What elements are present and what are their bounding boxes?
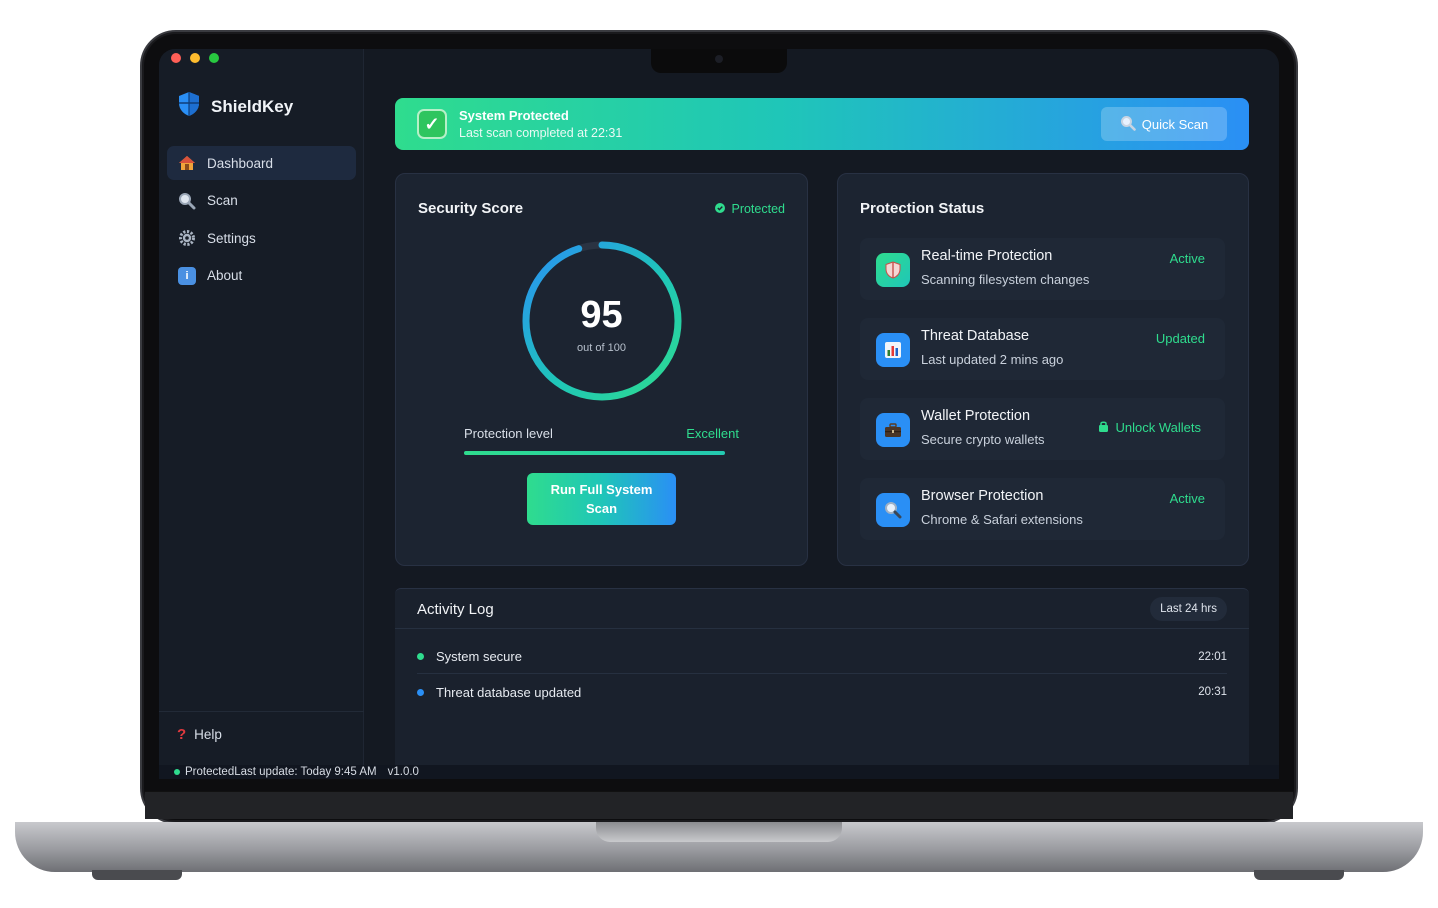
activity-text: Threat database updated — [436, 684, 582, 700]
status-badge: Updated — [1155, 331, 1205, 346]
shield-icon — [876, 253, 910, 287]
info-icon: i — [178, 266, 196, 285]
status-bar: Protected Last update: Today 9:45 AM v1.0… — [159, 765, 1279, 779]
protection-status-card: Protection Status Real-time Protection S… — [837, 173, 1249, 566]
unlock-wallets-button[interactable]: Unlock Wallets — [1098, 420, 1201, 435]
sidebar-nav: Dashboard Scan Settings i About — [167, 146, 356, 296]
check-circle-icon — [715, 202, 726, 216]
magnifier-icon — [876, 493, 910, 527]
status-protected: Protected Last update: Today 9:45 AM — [174, 766, 377, 778]
question-icon: ? — [177, 726, 187, 743]
search-icon — [178, 192, 196, 210]
gear-icon — [178, 229, 196, 247]
brand: ShieldKey — [177, 91, 293, 122]
sidebar-item-about[interactable]: i About — [167, 259, 356, 293]
activity-text: System secure — [436, 649, 522, 664]
status-dot — [417, 688, 424, 696]
status-row-browser[interactable]: Browser Protection Chrome & Safari exten… — [860, 478, 1225, 540]
divider — [395, 628, 1249, 629]
banner-subtitle: Last scan completed at 22:31 — [459, 126, 623, 140]
quick-scan-button[interactable]: Quick Scan — [1101, 107, 1227, 141]
sidebar-item-label: Settings — [207, 230, 256, 246]
sidebar: ShieldKey Dashboard Scan Settings i Abou… — [159, 49, 364, 779]
status-row-wallet[interactable]: Wallet Protection Secure crypto wallets … — [860, 398, 1225, 460]
protected-badge-label: Protected — [731, 202, 785, 216]
activity-log-title: Activity Log — [417, 601, 494, 618]
sidebar-item-scan[interactable]: Scan — [167, 184, 356, 218]
laptop-chin — [145, 791, 1293, 819]
run-full-scan-button[interactable]: Run Full System Scan — [527, 473, 676, 525]
system-protected-banner: ✓ System Protected Last scan completed a… — [395, 98, 1249, 150]
protection-level-bar — [464, 451, 725, 455]
checkmark-icon: ✓ — [417, 109, 447, 139]
status-row-threat-db[interactable]: Threat Database Last updated 2 mins ago … — [860, 318, 1225, 380]
activity-time: 22:01 — [1198, 650, 1227, 663]
status-dot — [174, 769, 180, 775]
protection-level-value: Excellent — [686, 426, 739, 441]
time-range-pill[interactable]: Last 24 hrs — [1150, 597, 1227, 621]
laptop-opening-lip — [596, 822, 842, 842]
help-link[interactable]: ? Help — [159, 711, 364, 743]
laptop-foot-left — [92, 870, 182, 880]
status-last-update: Last update: Today 9:45 AM — [234, 766, 377, 778]
shield-logo-icon — [177, 91, 201, 122]
status-desc: Secure crypto wallets — [921, 432, 1045, 447]
app-name: ShieldKey — [211, 96, 294, 116]
banner-title: System Protected — [459, 108, 569, 123]
close-window-button[interactable] — [171, 53, 181, 63]
status-badge: Active — [1169, 491, 1205, 506]
status-desc: Scanning filesystem changes — [921, 272, 1090, 287]
protection-level-fill — [464, 451, 725, 455]
lock-icon — [1098, 420, 1109, 435]
sidebar-item-settings[interactable]: Settings — [167, 221, 356, 255]
camera-icon — [715, 55, 723, 63]
security-score-value: 95 — [580, 294, 623, 336]
activity-entry: Threat database updated 20:31 — [417, 675, 1227, 709]
status-title: Browser Protection — [921, 488, 1044, 504]
zoom-window-button[interactable] — [209, 53, 219, 63]
activity-log-panel: Activity Log Last 24 hrs System secure 2… — [395, 588, 1249, 768]
quick-scan-label: Quick Scan — [1141, 116, 1209, 132]
minimize-window-button[interactable] — [190, 53, 200, 63]
status-desc: Chrome & Safari extensions — [921, 512, 1083, 527]
bar-chart-icon — [876, 333, 910, 367]
unlock-wallets-label: Unlock Wallets — [1115, 420, 1201, 435]
status-badge: Active — [1169, 251, 1205, 266]
status-row-realtime[interactable]: Real-time Protection Scanning filesystem… — [860, 238, 1225, 300]
security-score-title: Security Score — [418, 200, 524, 217]
status-dot — [417, 653, 424, 660]
app-window: ShieldKey Dashboard Scan Settings i Abou… — [159, 49, 1279, 779]
activity-entry: System secure 22:01 — [417, 640, 1227, 674]
protection-level-label: Protection level — [464, 426, 553, 441]
laptop-foot-right — [1254, 870, 1344, 880]
sidebar-item-label: About — [207, 268, 243, 283]
status-title: Threat Database — [921, 328, 1030, 344]
briefcase-icon — [876, 413, 910, 447]
sidebar-item-dashboard[interactable]: Dashboard — [167, 146, 356, 180]
status-title: Wallet Protection — [921, 408, 1031, 424]
activity-time: 20:31 — [1198, 686, 1227, 698]
sidebar-item-label: Scan — [207, 193, 238, 208]
home-icon — [178, 154, 196, 172]
security-score-max: out of 100 — [577, 342, 626, 354]
camera-notch — [651, 49, 787, 73]
status-title: Real-time Protection — [921, 248, 1053, 264]
app-version: v1.0.0 — [387, 766, 419, 778]
security-score-card: Security Score Protected 95 out of 100 P… — [395, 173, 808, 566]
sidebar-item-label: Dashboard — [207, 155, 274, 171]
status-state: Protected — [185, 766, 235, 778]
magnifier-icon — [1120, 115, 1136, 134]
help-label: Help — [194, 727, 222, 742]
protection-status-title: Protection Status — [860, 200, 985, 217]
protected-badge: Protected — [715, 202, 785, 216]
status-desc: Last updated 2 mins ago — [921, 352, 1064, 367]
